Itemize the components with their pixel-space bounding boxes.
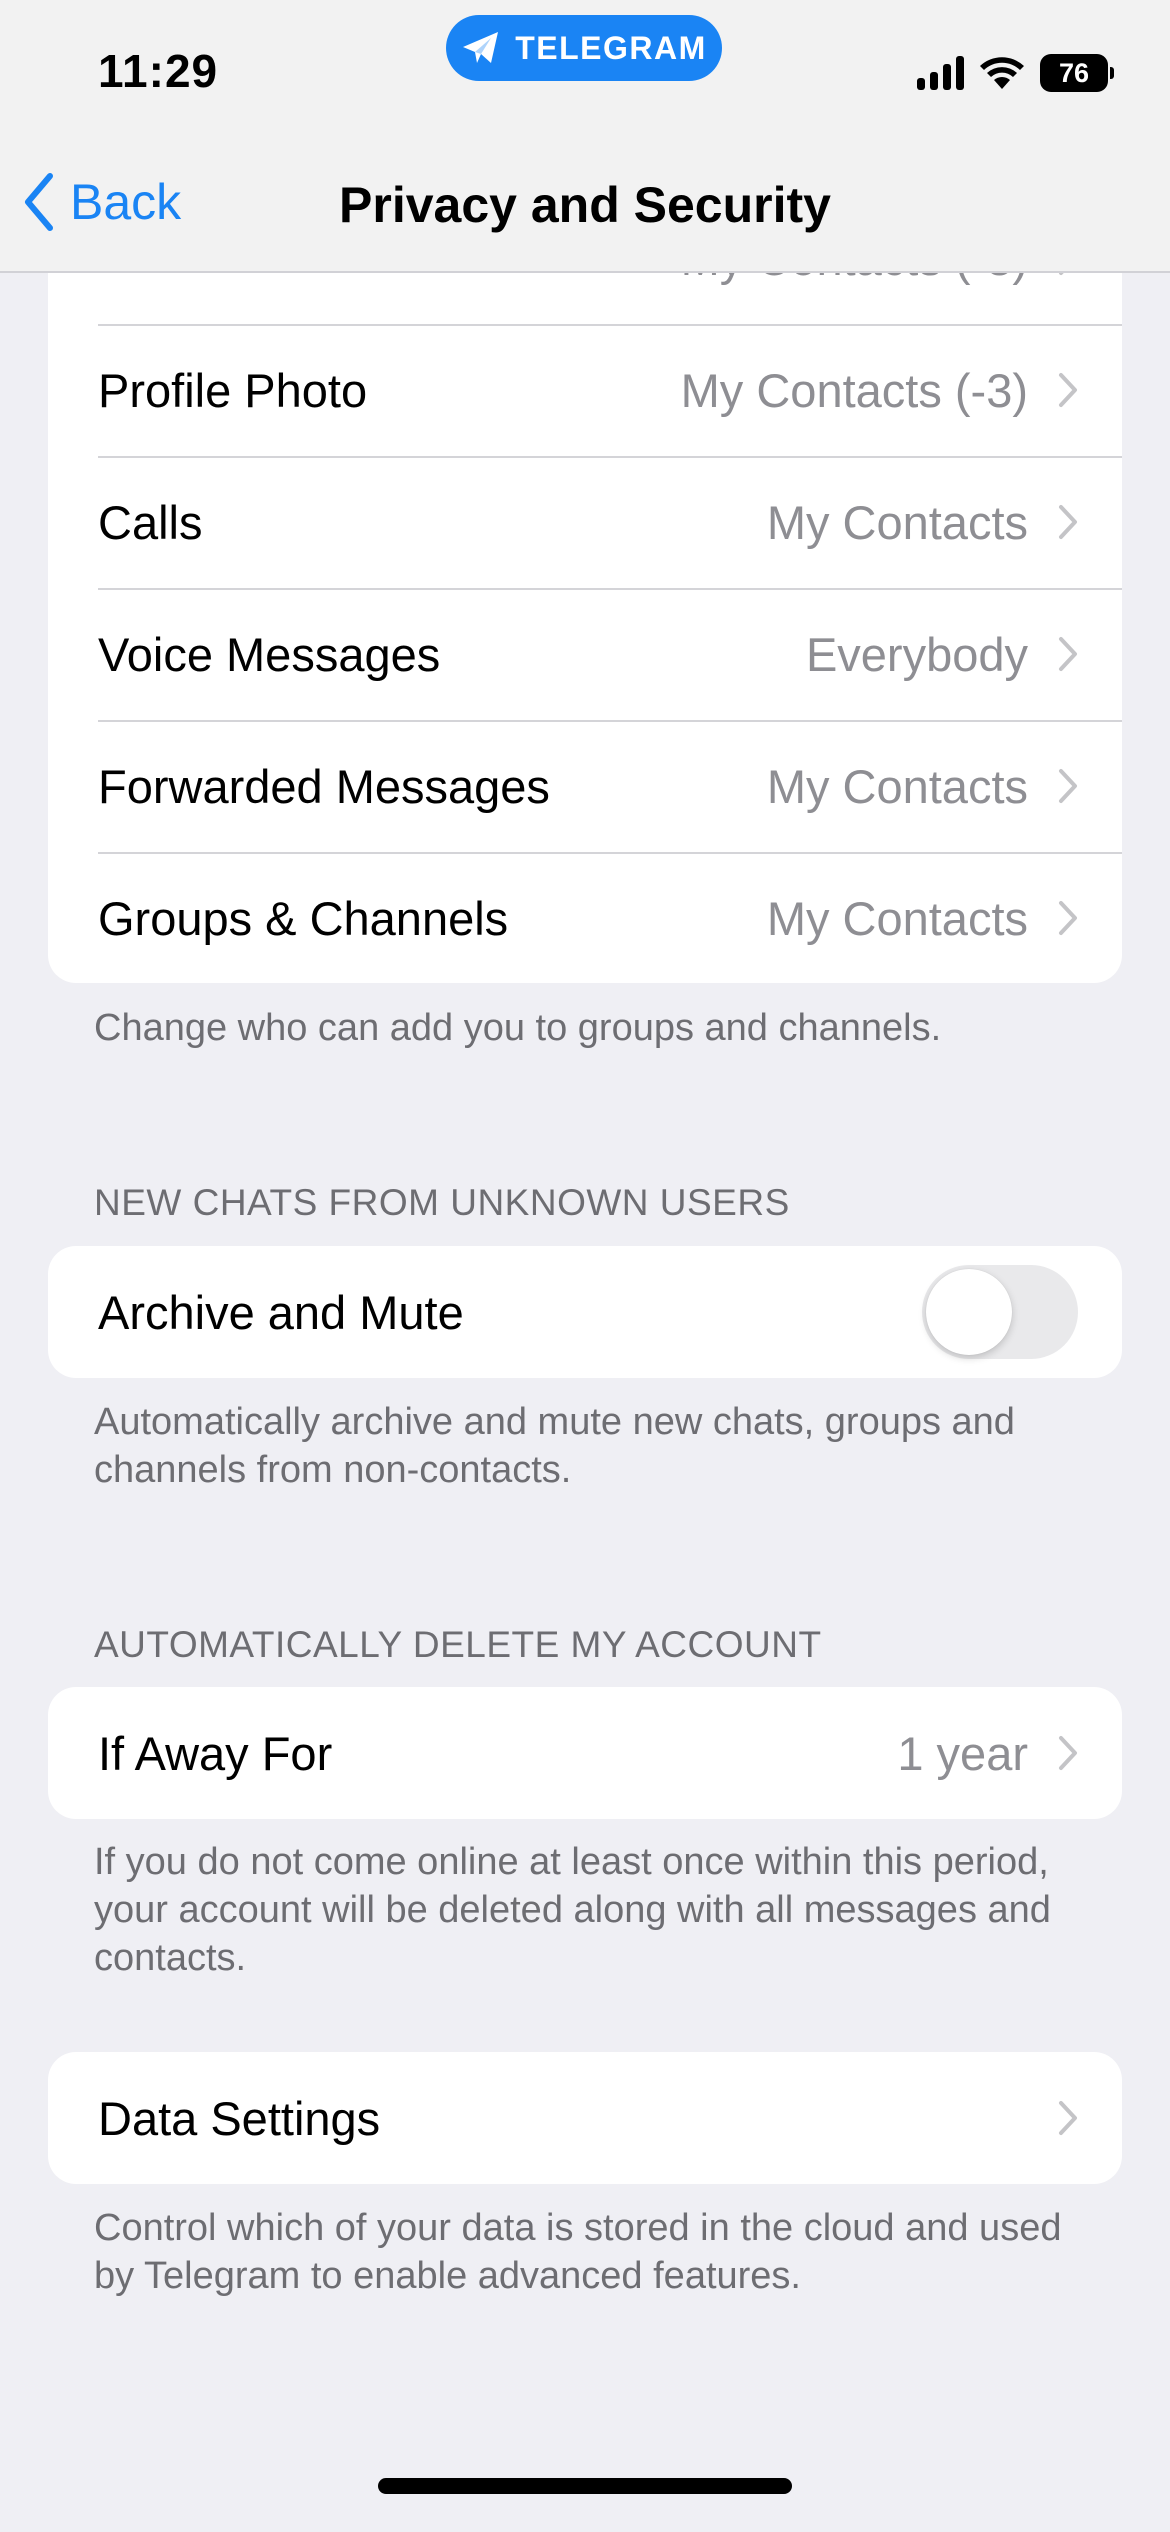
cellular-signal-icon (917, 56, 964, 90)
new-chats-card: Archive and Mute (48, 1246, 1122, 1378)
privacy-row-groups-channels[interactable]: Groups & Channels My Contacts (48, 852, 1122, 983)
if-away-for-row[interactable]: If Away For 1 year (48, 1687, 1122, 1819)
row-value: Everybody (805, 627, 1028, 681)
row-value: My Contacts (766, 495, 1028, 549)
page-title: Privacy and Security (339, 177, 831, 233)
data-settings-footer-text: Control which of your data is stored in … (94, 2207, 1062, 2297)
row-label: If Away For (98, 1726, 333, 1780)
home-indicator[interactable] (378, 2478, 792, 2494)
privacy-settings-card: My Contacts (-3) Profile Photo My Contac… (48, 192, 1122, 983)
top-bar: 11:29 TELEGRAM 76 Back Privacy and Secur… (0, 0, 1170, 273)
chevron-right-icon (1059, 373, 1077, 407)
chevron-right-icon (1059, 505, 1077, 539)
status-time: 11:29 (98, 45, 219, 97)
privacy-row-forwarded-messages[interactable]: Forwarded Messages My Contacts (48, 720, 1122, 852)
auto-delete-footer-text: If you do not come online at least once … (94, 1841, 1051, 1979)
row-value: My Contacts (766, 891, 1028, 945)
row-value: My Contacts (-3) (680, 363, 1028, 417)
row-label: Voice Messages (98, 627, 441, 681)
status-icons: 76 (917, 54, 1114, 92)
return-to-app-pill[interactable]: TELEGRAM (446, 15, 722, 81)
new-chats-section-header: NEW CHATS FROM UNKNOWN USERS (94, 1182, 790, 1223)
chevron-right-icon (1059, 769, 1077, 803)
archive-and-mute-row: Archive and Mute (48, 1246, 1122, 1378)
wifi-icon (980, 57, 1024, 89)
archive-and-mute-toggle[interactable] (922, 1265, 1078, 1359)
groups-footer-text: Change who can add you to groups and cha… (94, 1007, 942, 1049)
archive-footer-text: Automatically archive and mute new chats… (94, 1401, 1015, 1491)
battery-icon: 76 (1040, 54, 1114, 92)
privacy-row-calls[interactable]: Calls My Contacts (48, 456, 1122, 588)
row-label: Forwarded Messages (98, 759, 550, 813)
paper-plane-icon (463, 32, 499, 63)
privacy-row-voice-messages[interactable]: Voice Messages Everybody (48, 588, 1122, 720)
row-label: Data Settings (98, 2091, 381, 2145)
chevron-right-icon (1059, 2101, 1077, 2135)
auto-delete-section-header: AUTOMATICALLY DELETE MY ACCOUNT (94, 1624, 822, 1665)
battery-level: 76 (1040, 54, 1108, 92)
row-value: My Contacts (766, 759, 1028, 813)
auto-delete-card: If Away For 1 year (48, 1687, 1122, 1819)
row-value: 1 year (897, 1726, 1028, 1780)
pill-label: TELEGRAM (515, 29, 707, 66)
row-label: Calls (98, 495, 203, 549)
row-label: Profile Photo (98, 363, 368, 417)
chevron-right-icon (1059, 901, 1077, 935)
toggle-knob (926, 1269, 1012, 1355)
data-settings-card: Data Settings (48, 2052, 1122, 2184)
data-settings-row[interactable]: Data Settings (48, 2052, 1122, 2184)
privacy-row-profile-photo[interactable]: Profile Photo My Contacts (-3) (48, 324, 1122, 456)
row-label: Archive and Mute (98, 1285, 464, 1339)
row-label: Groups & Channels (98, 891, 509, 945)
chevron-right-icon (1059, 637, 1077, 671)
chevron-right-icon (1059, 1736, 1077, 1770)
